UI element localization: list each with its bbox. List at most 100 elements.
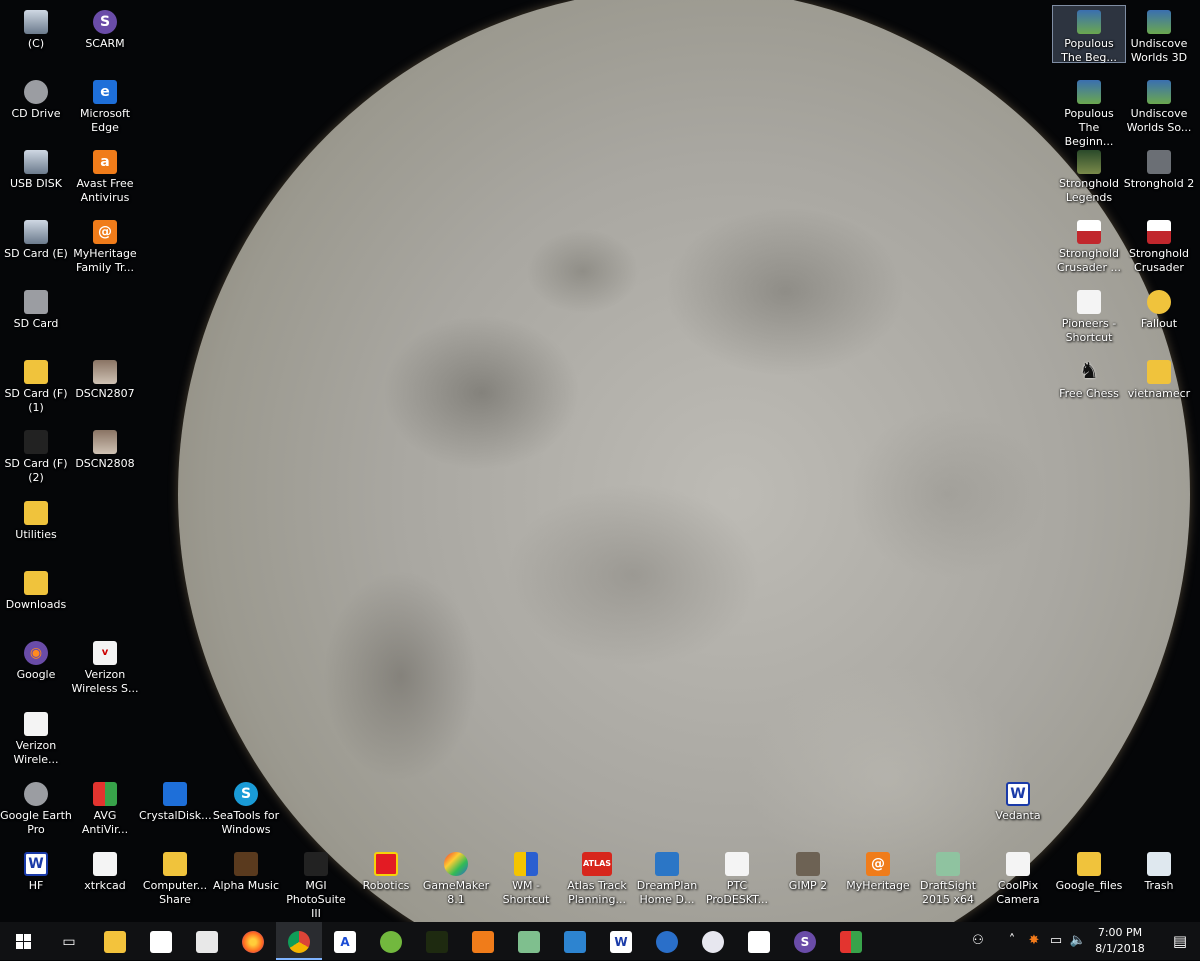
desktop-icon-edge[interactable]: e Microsoft Edge (69, 76, 141, 135)
taskbar-myheritage[interactable] (460, 922, 506, 960)
desktop-icon-scarm[interactable]: S SCARM (69, 6, 141, 51)
desktop-icon-gimp[interactable]: GIMP 2 (772, 848, 844, 893)
desktop-icon-sd-card[interactable]: SD Card (0, 286, 72, 331)
edge-icon: e (93, 80, 117, 104)
taskbar-file-explorer[interactable] (92, 922, 138, 960)
icon-label: vietnamecr (1127, 387, 1191, 400)
desktop-icon-cd-drive[interactable]: CD Drive (0, 76, 72, 121)
desktop-icon-mgi[interactable]: MGI PhotoSuite III (280, 848, 352, 921)
wm-icon (514, 852, 538, 876)
taskbar-green-app[interactable] (368, 922, 414, 960)
taskbar-xtrkcad-2[interactable] (736, 922, 782, 960)
desktop-icon-populous-beg[interactable]: Populous The Beg... (1052, 5, 1126, 64)
avg-icon (840, 930, 862, 953)
desktop-icon-avast[interactable]: a Avast Free Antivirus (69, 146, 141, 205)
desktop-icon-utilities[interactable]: Utilities (0, 497, 72, 542)
taskbar-calculator[interactable] (184, 922, 230, 960)
desktop-icon-vietnamecr[interactable]: vietnamecr (1123, 356, 1195, 401)
desktop-icon-gamemaker[interactable]: GameMaker 8.1 (420, 848, 492, 907)
desktop-icon-alpha-music[interactable]: Alpha Music (210, 848, 282, 893)
photo-app-icon (564, 930, 586, 953)
desktop-icon-c-drive[interactable]: (C) (0, 6, 72, 51)
desktop-icon-sd-card-e[interactable]: SD Card (E) (0, 216, 72, 261)
taskbar-chrome[interactable] (276, 922, 322, 960)
desktop-icon-trash[interactable]: Trash (1123, 848, 1195, 893)
desktop-icon-google-files[interactable]: Google_files (1053, 848, 1125, 893)
desktop-icon-google[interactable]: ◉ Google (0, 637, 72, 682)
desktop-icon-usb-disk[interactable]: USB DISK (0, 146, 72, 191)
icon-label: xtrkcad (84, 879, 126, 892)
desktop-icon-pioneers[interactable]: Pioneers - Shortcut (1053, 286, 1125, 345)
desktop-icon-vedanta[interactable]: W Vedanta (982, 778, 1054, 823)
desktop-icon-undiscovered-3d[interactable]: Undiscove Worlds 3D (1123, 6, 1195, 65)
desktop-icon-verizon-s[interactable]: v Verizon Wireless S... (69, 637, 141, 696)
robotics-icon (374, 852, 398, 876)
desktop-icon-dscn2808[interactable]: DSCN2808 (69, 426, 141, 471)
avast-tray-icon[interactable]: ✸ (1024, 922, 1044, 960)
volume-icon[interactable]: 🔈 (1068, 922, 1088, 960)
desktop-icon-avg[interactable]: AVG AntiVir... (69, 778, 141, 837)
taskbar-autocad[interactable]: A (322, 922, 368, 960)
desktop-icon-stronghold-crusader-e[interactable]: Stronghold Crusader ... (1053, 216, 1125, 275)
action-center-icon[interactable]: ▤ (1160, 922, 1200, 960)
icon-label: Downloads (5, 598, 67, 611)
taskbar-photo-app[interactable] (552, 922, 598, 960)
icon-label: Atlas Track Planning... (567, 879, 627, 906)
desktop-icon-xtrkcad[interactable]: xtrkcad (69, 848, 141, 893)
icon-label: Utilities (15, 528, 57, 541)
taskbar-box-app[interactable] (644, 922, 690, 960)
desktop-icon-populous-beginn[interactable]: Populous The Beginn... (1053, 76, 1125, 149)
greenapp-icon (380, 930, 402, 953)
taskbar-paint[interactable] (690, 922, 736, 960)
autocad-icon: A (334, 930, 356, 953)
desktop-icon-stronghold2[interactable]: Stronghold 2 (1123, 146, 1195, 191)
network-icon[interactable]: ▭ (1046, 922, 1066, 960)
desktop-icon-hf[interactable]: W HF (0, 848, 72, 893)
draftsight-icon (518, 930, 540, 953)
desktop-icon-myheritage-family[interactable]: @ MyHeritage Family Tr... (69, 216, 141, 275)
recycle-bin-icon (1147, 852, 1171, 876)
show-hidden-icons-chevron-up-icon[interactable]: ˄ (1002, 922, 1022, 960)
icon-label: Trash (1144, 879, 1174, 892)
desktop-icon-myheritage[interactable]: @ MyHeritage (842, 848, 914, 893)
desktop-icon-verizon-wirele[interactable]: Verizon Wirele... (0, 708, 72, 767)
dreamplan-icon (655, 852, 679, 876)
desktop-icon-coolpix[interactable]: CoolPix Camera (982, 848, 1054, 907)
people-icon[interactable]: ⚇ (968, 922, 988, 960)
desktop-icon-sd-card-f2[interactable]: SD Card (F) (2) (0, 426, 72, 485)
desktop-icon-free-chess[interactable]: ♞ Free Chess (1053, 356, 1125, 401)
desktop-icon-computer-share[interactable]: Computer... Share (139, 848, 211, 907)
desktop-icon-google-earth[interactable]: Google Earth Pro (0, 778, 72, 837)
document-icon (1006, 852, 1030, 876)
start-button[interactable] (0, 922, 46, 960)
verizon-icon: v (93, 641, 117, 665)
desktop-icon-undiscovered-so[interactable]: Undiscove Worlds So... (1123, 76, 1195, 135)
desktop-icon-stronghold-legends[interactable]: Stronghold Legends (1053, 146, 1125, 205)
desktop-icon-wm-shortcut[interactable]: WM - Shortcut (490, 848, 562, 907)
taskbar-store[interactable] (138, 922, 184, 960)
icon-label: AVG AntiVir... (81, 809, 129, 836)
taskbar-avg[interactable] (828, 922, 874, 960)
taskbar-xtrkcad[interactable] (414, 922, 460, 960)
desktop-icon-seatools[interactable]: S SeaTools for Windows (210, 778, 282, 837)
desktop-icon-sd-card-f1[interactable]: SD Card (F) (1) (0, 356, 72, 415)
desktop-icon-robotics[interactable]: Robotics (350, 848, 422, 893)
desktop-icon-dreamplan[interactable]: DreamPlan Home D... (631, 848, 703, 907)
desktop-icon-fallout[interactable]: Fallout (1123, 286, 1195, 331)
avast-icon: a (93, 150, 117, 174)
desktop-icon-draftsight[interactable]: DraftSight 2015 x64 (912, 848, 984, 907)
desktop-icon-atlas[interactable]: ATLAS Atlas Track Planning... (561, 848, 633, 907)
taskbar-word[interactable]: W (598, 922, 644, 960)
desktop-icon-crystaldisk[interactable]: CrystalDisk... (139, 778, 212, 823)
task-view-button[interactable]: ▭ (46, 922, 92, 960)
taskbar-firefox[interactable] (230, 922, 276, 960)
desktop-icon-dscn2807[interactable]: DSCN2807 (69, 356, 141, 401)
usb-icon (24, 150, 48, 174)
word-icon: W (24, 852, 48, 876)
taskbar-draftsight[interactable] (506, 922, 552, 960)
desktop-icon-stronghold-crusader[interactable]: Stronghold Crusader (1123, 216, 1195, 275)
desktop-icon-downloads[interactable]: Downloads (0, 567, 72, 612)
taskbar-scarm[interactable]: S (782, 922, 828, 960)
taskbar-clock[interactable]: 7:00 PM 8/1/2018 (1088, 925, 1152, 957)
desktop-icon-ptc[interactable]: PTC ProDESKT... (701, 848, 773, 907)
